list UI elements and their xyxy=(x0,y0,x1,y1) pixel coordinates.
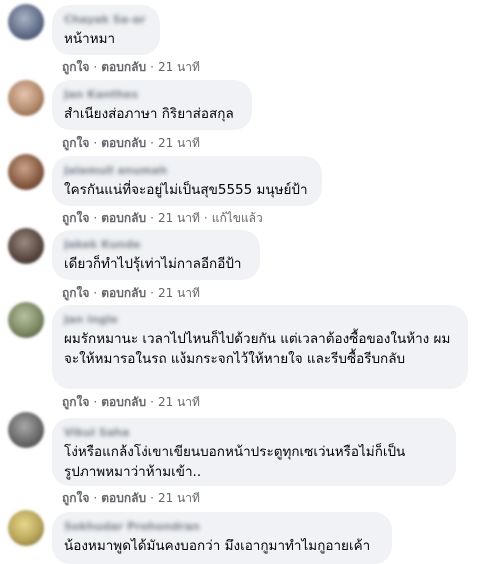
avatar[interactable] xyxy=(8,510,44,546)
comment-actions: ถูกใจ · ตอบกลับ · 21 นาที xyxy=(62,489,200,508)
like-button[interactable]: ถูกใจ xyxy=(62,395,89,409)
comment-bubble: Jan ingle ผมรักหมานะ เวลาไปไหนก็ไปด้วยกั… xyxy=(52,305,468,389)
commenter-name[interactable]: Vikul Saha xyxy=(64,426,444,438)
reply-button[interactable]: ตอบกลับ xyxy=(101,491,146,505)
comment-actions: ถูกใจ · ตอบกลับ · 21 นาที xyxy=(62,58,200,77)
commenter-name[interactable]: Jalamull anumah xyxy=(64,164,310,176)
separator: · xyxy=(150,491,154,505)
like-button[interactable]: ถูกใจ xyxy=(62,491,89,505)
comment-timestamp[interactable]: 21 นาที xyxy=(158,491,200,505)
like-button[interactable]: ถูกใจ xyxy=(62,211,89,225)
comment-bubble: Jan Kanthes สำเนียงส่อภาษา กิริยาส่อสกุล xyxy=(52,80,252,130)
separator: · xyxy=(93,286,98,300)
avatar[interactable] xyxy=(8,228,44,264)
comment-timestamp[interactable]: 21 นาที xyxy=(158,286,200,300)
comment-text: ผมรักหมานะ เวลาไปไหนก็ไปด้วยกัน แต่เวลาต… xyxy=(64,331,451,367)
comment-timestamp[interactable]: 21 นาที xyxy=(158,60,200,74)
separator: · xyxy=(150,136,154,150)
commenter-name[interactable]: Jan ingle xyxy=(64,313,456,325)
comment-bubble: Jakek Kunde เดียวก็ทำไปรุ้เท่าไม่กาลอีกอ… xyxy=(52,230,260,280)
avatar[interactable] xyxy=(8,302,44,338)
separator: · xyxy=(150,395,154,409)
edited-label[interactable]: แก้ไขแล้ว xyxy=(212,211,263,225)
like-button[interactable]: ถูกใจ xyxy=(62,286,89,300)
separator: · xyxy=(150,211,154,225)
reply-button[interactable]: ตอบกลับ xyxy=(101,136,146,150)
separator: · xyxy=(93,136,98,150)
separator: · xyxy=(203,211,208,225)
commenter-name[interactable]: Sokhudar Prohondran xyxy=(64,520,380,532)
comment-bubble: Vikul Saha โง่หรือแกล้งโง่เขาเขียนบอกหน้… xyxy=(52,418,456,486)
separator: · xyxy=(93,60,98,74)
separator: · xyxy=(150,286,154,300)
comment-bubble: Sokhudar Prohondran น้องหมาพูดได้มันคงบอ… xyxy=(52,512,392,564)
comment-text: น้องหมาพูดได้มันคงบอกว่า มึงเอากูมาทำไมก… xyxy=(64,538,371,554)
commenter-name[interactable]: Jan Kanthes xyxy=(64,88,240,100)
avatar[interactable] xyxy=(8,154,44,190)
separator: · xyxy=(150,60,154,74)
comment-timestamp[interactable]: 21 นาที xyxy=(158,211,200,225)
avatar[interactable] xyxy=(8,4,44,40)
comment-text: สำเนียงส่อภาษา กิริยาส่อสกุล xyxy=(64,106,234,122)
comment-actions: ถูกใจ · ตอบกลับ · 21 นาที xyxy=(62,393,200,412)
separator: · xyxy=(93,211,98,225)
comment-actions: ถูกใจ · ตอบกลับ · 21 นาที xyxy=(62,134,200,153)
comment-text: เดียวก็ทำไปรุ้เท่าไม่กาลอีกอีป้า xyxy=(64,256,242,272)
comment-actions: ถูกใจ · ตอบกลับ · 21 นาที · แก้ไขแล้ว xyxy=(62,209,263,228)
avatar[interactable] xyxy=(8,412,44,448)
reply-button[interactable]: ตอบกลับ xyxy=(101,211,146,225)
comment-actions: ถูกใจ · ตอบกลับ · 21 นาที xyxy=(62,284,200,303)
comment-bubble: Jalamull anumah ใครกันแน่ที่จะอยู่ไม่เป็… xyxy=(52,156,322,206)
comment-timestamp[interactable]: 21 นาที xyxy=(158,136,200,150)
comment-text: ใครกันแน่ที่จะอยู่ไม่เป็นสุข5555 มนุษย์ป… xyxy=(64,182,308,198)
commenter-name[interactable]: Chayak Sa-ar ae xyxy=(64,13,148,25)
separator: · xyxy=(93,395,98,409)
like-button[interactable]: ถูกใจ xyxy=(62,136,89,150)
like-button[interactable]: ถูกใจ xyxy=(62,60,89,74)
comment-timestamp[interactable]: 21 นาที xyxy=(158,395,200,409)
comment-text: หน้าหมา xyxy=(64,31,116,47)
reply-button[interactable]: ตอบกลับ xyxy=(101,286,146,300)
avatar[interactable] xyxy=(8,80,44,116)
reply-button[interactable]: ตอบกลับ xyxy=(101,395,146,409)
commenter-name[interactable]: Jakek Kunde xyxy=(64,238,248,250)
comment-bubble: Chayak Sa-ar ae หน้าหมา xyxy=(52,5,160,55)
comment-text: โง่หรือแกล้งโง่เขาเขียนบอกหน้าประตูทุกเซ… xyxy=(64,444,406,480)
reply-button[interactable]: ตอบกลับ xyxy=(101,60,146,74)
separator: · xyxy=(93,491,98,505)
